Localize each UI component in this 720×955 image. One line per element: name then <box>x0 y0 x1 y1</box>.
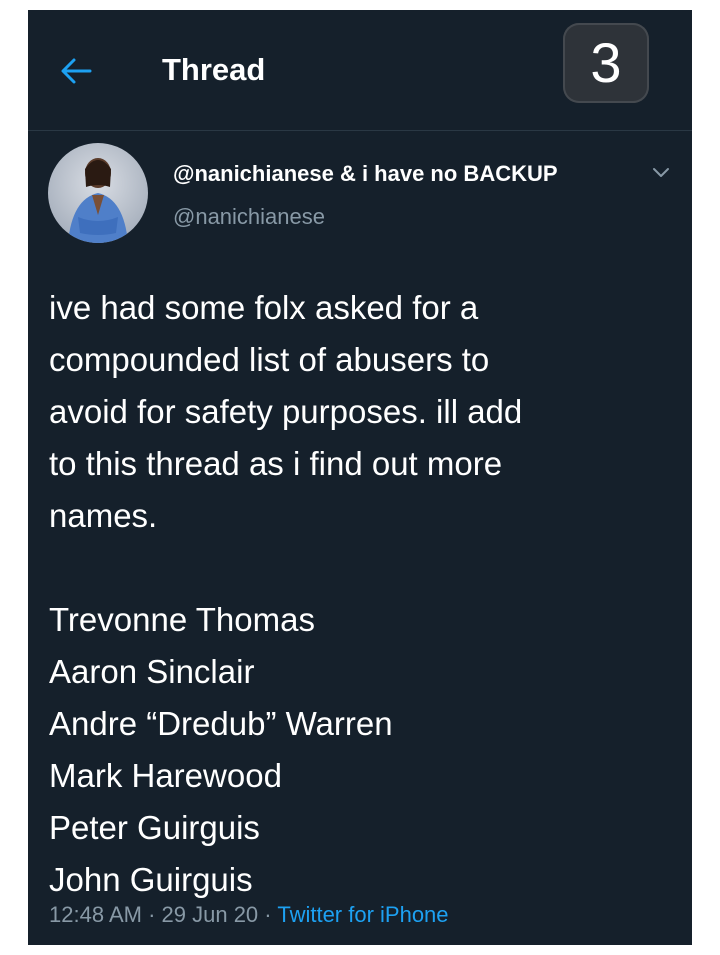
page-number-badge: 3 <box>563 23 649 103</box>
avatar[interactable] <box>48 143 148 243</box>
name-list-item: Aaron Sinclair <box>49 653 255 690</box>
tweet-line: names. <box>49 497 158 534</box>
tweet-line: compounded list of abusers to <box>49 341 490 378</box>
tweet-line: ive had some folx asked for a <box>49 289 479 326</box>
tweet-screenshot: Thread 3 @nanichianese & i have no BACKU… <box>28 10 692 945</box>
page-title: Thread <box>162 52 266 87</box>
name-list-item: Peter Guirguis <box>49 809 260 846</box>
name-list-item: John Guirguis <box>49 861 253 898</box>
tweet-time: 12:48 AM <box>49 902 142 927</box>
user-handle[interactable]: @nanichianese <box>173 203 325 231</box>
display-name[interactable]: @nanichianese & i have no BACKUP <box>173 160 558 188</box>
tweet-source-link[interactable]: Twitter for iPhone <box>277 902 448 927</box>
tweet-line: avoid for safety purposes. ill add <box>49 393 523 430</box>
tweet-metadata: 12:48 AM · 29 Jun 20 · Twitter for iPhon… <box>49 900 449 930</box>
name-list-item: Andre “Dredub” Warren <box>49 705 393 742</box>
separator-dot: · <box>148 902 156 927</box>
tweet-date: 29 Jun 20 <box>161 902 259 927</box>
back-arrow-icon[interactable] <box>60 57 92 85</box>
tweet-line: to this thread as i find out more <box>49 445 503 482</box>
tweet-text: ive had some folx asked for a compounded… <box>49 282 659 906</box>
thread-header: Thread 3 <box>28 10 692 131</box>
separator-dot: · <box>264 902 272 927</box>
name-list-item: Mark Harewood <box>49 757 282 794</box>
name-list-item: Trevonne Thomas <box>49 601 315 638</box>
avatar-image <box>48 143 148 243</box>
chevron-down-icon[interactable] <box>651 166 671 180</box>
